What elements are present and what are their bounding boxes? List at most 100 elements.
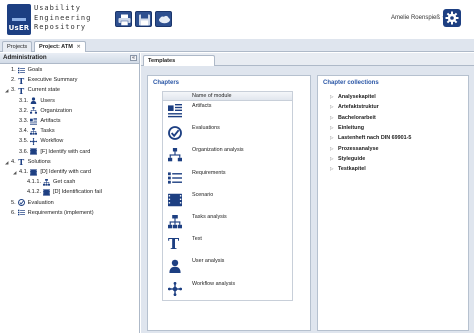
print-button[interactable] xyxy=(115,11,132,27)
tab-templates[interactable]: Templates xyxy=(143,55,215,66)
tree-item[interactable]: ◢ 4.1. [D] Identify with card xyxy=(13,168,91,177)
tree-item[interactable]: 1. Goals xyxy=(5,66,42,75)
list-icon xyxy=(168,171,182,185)
module-row[interactable]: Artifacts xyxy=(163,102,292,124)
collections-title: Chapter collections xyxy=(323,80,379,86)
workflow-icon xyxy=(30,137,38,146)
brand-line-2: Engineering xyxy=(34,13,92,22)
module-row[interactable]: Evaluations xyxy=(163,124,292,146)
module-row[interactable]: T Text xyxy=(163,235,292,257)
cloud-icon xyxy=(159,15,170,24)
organization-icon xyxy=(168,148,182,162)
tree-item-number: 4.1. xyxy=(19,169,29,175)
collection-label: Testkapitel xyxy=(338,166,366,173)
tree-item-label: Solutions xyxy=(27,158,51,165)
tree-item[interactable]: 3.2. Organization xyxy=(13,107,72,116)
expand-arrow-icon[interactable]: ▷ xyxy=(330,113,338,122)
expand-arrow-icon[interactable]: ▷ xyxy=(330,133,338,142)
collection-label: Analysekapitel xyxy=(338,94,376,100)
tree-item-number: 1. xyxy=(11,67,16,73)
expand-arrow-icon[interactable]: ◢ xyxy=(5,158,9,167)
text-icon: T xyxy=(168,235,180,254)
app-header: UsER Usability Engineering Repository Am… xyxy=(0,0,474,39)
collection-item[interactable]: ▷ Artefaktstruktur xyxy=(330,102,379,111)
tasks-icon xyxy=(168,215,182,229)
module-label: Requirements xyxy=(192,169,226,176)
expand-arrow-icon[interactable]: ▷ xyxy=(330,154,338,163)
tasks-icon xyxy=(43,178,50,187)
scenario-icon xyxy=(168,193,182,207)
logo-bar xyxy=(12,18,26,21)
collapse-sidebar-button[interactable]: « xyxy=(130,55,137,61)
tree-item[interactable]: 4.1.1. Get cash xyxy=(21,178,75,187)
tree-item[interactable]: 3.1. Users xyxy=(13,97,55,106)
collection-label: Einleitung xyxy=(338,124,365,131)
tab-project-atm[interactable]: Project: ATM ✕ xyxy=(34,41,86,52)
save-button[interactable] xyxy=(135,11,152,27)
chapters-title: Chapters xyxy=(153,80,180,86)
tree-item-number: 3.4. xyxy=(19,128,29,135)
gear-icon xyxy=(445,11,459,25)
brand-line-1: Usability xyxy=(34,4,81,12)
tree-item[interactable]: 6. Requirements (implement) xyxy=(5,209,94,218)
tree-item[interactable]: 4.1.2. [D] Identification fail xyxy=(21,188,102,197)
column-header-name[interactable]: Name of module xyxy=(163,92,292,101)
print-icon xyxy=(118,14,131,26)
expand-arrow-icon[interactable]: ▷ xyxy=(330,102,338,111)
expand-arrow-icon[interactable]: ◢ xyxy=(5,86,9,95)
app-logo[interactable]: UsER xyxy=(7,4,31,35)
tree-item-label: Get cash xyxy=(53,179,76,186)
module-row[interactable]: Tasks analysis xyxy=(163,213,292,235)
tree-item[interactable]: 2. T Executive Summary xyxy=(5,76,77,85)
collection-label: Lastenheft nach DIN 69901-5 xyxy=(338,135,412,142)
close-icon[interactable]: ✕ xyxy=(76,44,80,50)
cloud-button[interactable] xyxy=(155,11,172,27)
tab-projects-label: Projects xyxy=(7,44,28,50)
chapters-panel: Chapters Name of module Artifacts Evaluat… xyxy=(147,75,311,331)
tree-item-label: [D] Identify with card xyxy=(40,169,92,175)
tree-item[interactable]: ◢ 3. T Current state xyxy=(5,86,60,95)
module-row[interactable]: User analysis xyxy=(163,257,292,279)
expand-arrow-icon[interactable]: ◢ xyxy=(13,168,17,177)
collection-label: Artefaktstruktur xyxy=(338,104,379,111)
module-row[interactable]: Workflow analysis xyxy=(163,280,292,302)
tree-item[interactable]: 3.6. [F] Identify with card xyxy=(13,148,90,157)
text-icon: T xyxy=(18,157,25,168)
collection-label: Prozessanalyse xyxy=(338,145,379,152)
collection-item[interactable]: ▷ Testkapitel xyxy=(330,164,366,173)
collections-panel: Chapter collections ▷ Analysekapitel ▷ Arte… xyxy=(317,75,469,331)
collection-item[interactable]: ▷ Einleitung xyxy=(330,123,364,132)
tab-projects[interactable]: Projects xyxy=(2,41,33,52)
module-row[interactable]: Organization analysis xyxy=(163,146,292,168)
module-row[interactable]: Requirements xyxy=(163,169,292,191)
collection-item[interactable]: ▷ Prozessanalyse xyxy=(330,144,378,153)
expand-arrow-icon[interactable]: ▷ xyxy=(330,123,338,132)
tree-item[interactable]: 3.4. Tasks xyxy=(13,127,55,136)
module-label: Tasks analysis xyxy=(192,214,227,220)
module-label: Workflow analysis xyxy=(192,280,236,287)
collection-item[interactable]: ▷ Bachelorarbeit xyxy=(330,113,376,122)
user-icon xyxy=(168,259,182,274)
tree-item-label: [D] Identification fail xyxy=(53,189,102,196)
settings-button[interactable] xyxy=(443,9,461,27)
tree-item-number: 3. xyxy=(11,87,16,94)
collection-item[interactable]: ▷ Lastenheft nach DIN 69901-5 xyxy=(330,133,411,142)
user-icon xyxy=(30,97,37,105)
tab-project-atm-label: Project: ATM xyxy=(39,44,73,50)
user-name[interactable]: Amelie Roenspieß xyxy=(391,15,440,21)
collection-item[interactable]: ▷ Styleguide xyxy=(330,154,365,163)
collection-label: Bachelorarbeit xyxy=(338,114,376,121)
collection-item[interactable]: ▷ Analysekapitel xyxy=(330,92,376,101)
text-icon: T xyxy=(18,75,25,86)
module-row[interactable]: Scenario xyxy=(163,191,292,213)
expand-arrow-icon[interactable]: ▷ xyxy=(330,92,338,101)
expand-arrow-icon[interactable]: ▷ xyxy=(330,144,338,153)
evaluation-icon xyxy=(168,126,182,141)
tree-item[interactable]: 3.5. Workflow xyxy=(13,137,63,146)
expand-arrow-icon[interactable]: ▷ xyxy=(330,164,338,173)
tree-item[interactable]: 5. Evaluation xyxy=(5,199,54,208)
save-icon xyxy=(139,14,150,26)
tree-item[interactable]: ◢ 4. T Solutions xyxy=(5,158,51,167)
tree-item[interactable]: 3.3. Artifacts xyxy=(13,117,61,126)
project-tab-bar: Projects Project: ATM ✕ xyxy=(0,39,474,52)
